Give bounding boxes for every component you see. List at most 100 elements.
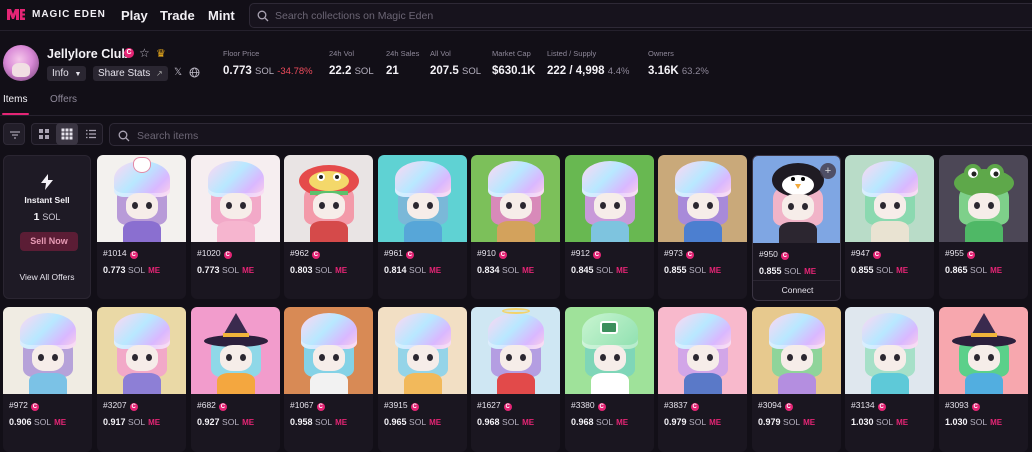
nft-name: #950 C — [759, 249, 789, 260]
add-to-cart-icon[interactable]: + — [820, 163, 836, 179]
nft-eye — [614, 202, 620, 209]
nft-eye — [520, 354, 526, 361]
jellyfish-hat — [301, 313, 357, 349]
nft-card[interactable]: #1627 C 0.968 SOL ME — [471, 307, 560, 452]
nft-card[interactable]: #3837 C 0.979 SOL ME — [658, 307, 747, 452]
nft-name: #1067 C — [290, 400, 325, 411]
nft-eye — [600, 354, 606, 361]
nft-image — [191, 307, 280, 394]
nft-card[interactable]: #3915 C 0.965 SOL ME — [378, 307, 467, 452]
nft-name: #1627 C — [477, 400, 512, 411]
list-view-button[interactable] — [80, 123, 102, 145]
stat-24h-sales: 24h Sales 21 — [386, 49, 419, 77]
x-twitter-icon[interactable]: 𝕏 — [174, 67, 182, 78]
share-stats-button[interactable]: Share Stats ↗ — [93, 66, 168, 81]
nft-card[interactable]: #1020 C 0.773 SOL ME — [191, 155, 280, 299]
collection-search[interactable] — [249, 3, 1032, 28]
nav-play[interactable]: Play — [121, 8, 148, 23]
view-all-offers-link[interactable]: View All Offers — [4, 272, 90, 282]
nft-face — [500, 345, 532, 371]
nft-card[interactable]: #3134 C 1.030 SOL ME — [845, 307, 934, 452]
small-grid-view-button[interactable] — [56, 123, 78, 145]
nft-outfit — [123, 221, 161, 242]
witch-hat — [203, 313, 269, 347]
nft-card[interactable]: #910 C 0.834 SOL ME — [471, 155, 560, 299]
nft-card[interactable]: #972 C 0.906 SOL ME — [3, 307, 92, 452]
nft-card[interactable]: #1067 C 0.958 SOL ME — [284, 307, 373, 452]
magic-eden-marketplace-icon: ME — [242, 418, 255, 427]
nft-eye — [520, 202, 526, 209]
nav-trade[interactable]: Trade — [160, 8, 195, 23]
nft-name: #947 C — [851, 248, 881, 259]
nft-name: #3380 C — [571, 400, 606, 411]
items-search[interactable] — [109, 123, 1032, 146]
connect-wallet-button[interactable]: Connect — [753, 280, 840, 298]
favorite-star-icon[interactable]: ☆ — [139, 46, 150, 60]
list-icon — [86, 129, 96, 139]
nft-price: 0.834 SOL ME — [477, 265, 535, 275]
magic-eden-marketplace-icon: ME — [803, 418, 816, 427]
nft-card[interactable]: #3093 C 1.030 SOL ME — [939, 307, 1028, 452]
lion-dance-hat — [296, 161, 362, 197]
nft-card[interactable]: #973 C 0.855 SOL ME — [658, 155, 747, 299]
verified-badge-icon: C — [129, 403, 138, 411]
nft-price: 0.968 SOL ME — [571, 417, 629, 427]
nft-card[interactable]: + #950 C 0.855 SOL ME Connect — [752, 155, 841, 301]
stat-floor-price: Floor Price 0.773 SOL -34.78% — [223, 49, 313, 77]
nft-face — [407, 345, 439, 371]
nft-face — [313, 193, 345, 219]
nft-card[interactable]: #3380 C 0.968 SOL ME — [565, 307, 654, 452]
verified-badge-icon: C — [780, 252, 789, 260]
nft-card[interactable]: #912 C 0.845 SOL ME — [565, 155, 654, 299]
fox-mask — [133, 157, 151, 173]
tab-offers[interactable]: Offers — [50, 94, 77, 105]
nft-name: #912 C — [571, 248, 601, 259]
verified-badge-icon: C — [877, 403, 886, 411]
nft-eye — [52, 354, 58, 361]
info-dropdown[interactable]: Info ▼ — [47, 66, 87, 81]
large-grid-view-button[interactable] — [33, 123, 55, 145]
nft-eye — [506, 354, 512, 361]
nft-price: 0.906 SOL ME — [9, 417, 67, 427]
nft-card[interactable]: #947 C 0.855 SOL ME — [845, 155, 934, 299]
magic-eden-marketplace-icon: ME — [429, 418, 442, 427]
filter-button[interactable] — [3, 123, 25, 145]
nft-price: 0.968 SOL ME — [477, 417, 535, 427]
nav-mint[interactable]: Mint — [208, 8, 235, 23]
nft-eye — [319, 202, 325, 209]
jellyfish-hat — [20, 313, 76, 349]
nft-price: 0.845 SOL ME — [571, 265, 629, 275]
large-grid-icon — [39, 129, 49, 139]
nft-card[interactable]: #3207 C 0.917 SOL ME — [97, 307, 186, 452]
magic-eden-logo[interactable]: MAGIC EDEN — [6, 8, 106, 21]
nft-name: #972 C — [9, 400, 39, 411]
nft-image — [658, 155, 747, 242]
items-search-input[interactable] — [137, 128, 737, 143]
nft-eye — [413, 202, 419, 209]
nft-outfit — [871, 221, 909, 242]
nft-outfit — [591, 221, 629, 242]
nft-card[interactable]: #962 C 0.803 SOL ME — [284, 155, 373, 299]
nft-eye — [707, 354, 713, 361]
nft-outfit — [779, 222, 817, 243]
nft-eye — [240, 354, 246, 361]
nft-name: #1020 C — [197, 248, 232, 259]
nft-price: 0.773 SOL ME — [103, 265, 161, 275]
tab-items[interactable]: Items — [3, 94, 27, 105]
nft-card[interactable]: #961 C 0.814 SOL ME — [378, 155, 467, 299]
nft-outfit — [684, 221, 722, 242]
nft-eye — [427, 202, 433, 209]
nft-eye — [880, 202, 886, 209]
nft-outfit — [497, 221, 535, 242]
nft-card[interactable]: #682 C 0.927 SOL ME — [191, 307, 280, 452]
sell-now-button[interactable]: Sell Now — [20, 232, 78, 251]
nft-eye — [413, 354, 419, 361]
website-globe-icon[interactable] — [189, 67, 200, 81]
nft-outfit — [217, 221, 255, 242]
nft-face — [874, 193, 906, 219]
nft-card[interactable]: #955 C 0.865 SOL ME — [939, 155, 1028, 299]
nft-eye — [707, 202, 713, 209]
nft-card[interactable]: #3094 C 0.979 SOL ME — [752, 307, 841, 452]
collection-search-input[interactable] — [275, 8, 975, 24]
nft-card[interactable]: #1014 C 0.773 SOL ME — [97, 155, 186, 299]
